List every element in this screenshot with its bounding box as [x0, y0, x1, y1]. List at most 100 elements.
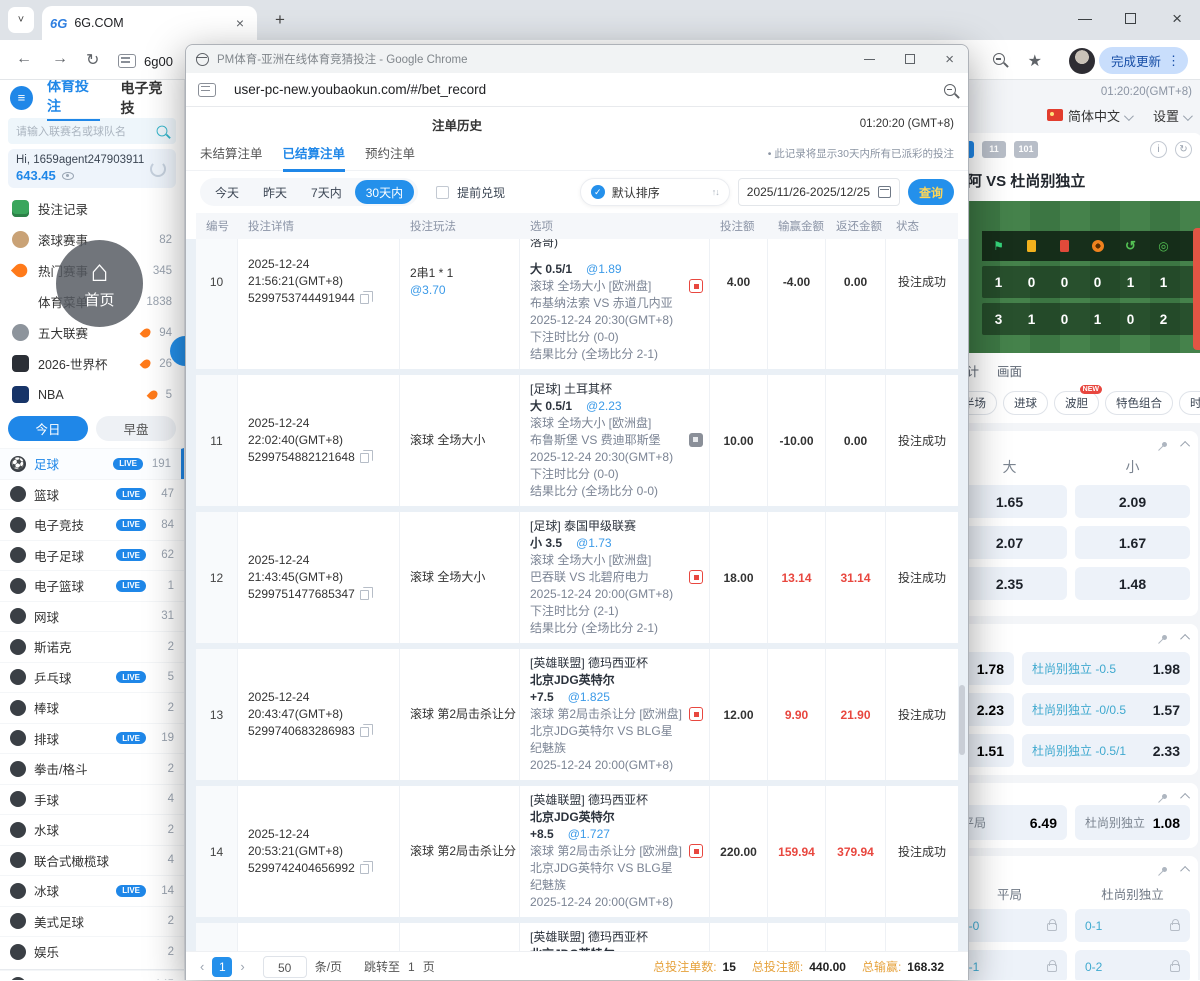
collapse-icon[interactable]: [1180, 792, 1190, 802]
promo-scroll-widget[interactable]: [1193, 228, 1200, 350]
live-stream-icon[interactable]: [689, 570, 703, 584]
odds-button[interactable]: 2.09: [1075, 485, 1190, 518]
search-icon[interactable]: [157, 126, 168, 137]
nav-esports[interactable]: 电子竞技: [120, 80, 174, 118]
sidebar-sport-电子足球[interactable]: 电子足球LIVE62: [0, 540, 184, 571]
copy-icon[interactable]: [360, 453, 369, 463]
popup-close-button[interactable]: ×: [945, 51, 954, 68]
market-type-icon-1[interactable]: 11: [982, 141, 1006, 158]
sidebar-sport-乒乓球[interactable]: 乒乓球LIVE5: [0, 662, 184, 693]
refresh-icon[interactable]: ↻: [1175, 141, 1192, 158]
odds-button[interactable]: 2.35: [960, 567, 1067, 600]
quick-filter-30天内[interactable]: 30天内: [355, 180, 414, 204]
record-tab-预约注单[interactable]: 预约注单: [365, 143, 415, 169]
early-cashout-checkbox[interactable]: [436, 186, 449, 199]
search-button[interactable]: 查询: [908, 179, 954, 205]
page-size-input[interactable]: 50: [263, 956, 307, 978]
odds-button[interactable]: 杜尚别独立 -0.5/12.33: [1022, 734, 1190, 767]
odds-button[interactable]: 杜尚别独立 -0/0.51.57: [1022, 693, 1190, 726]
collapse-icon[interactable]: [1180, 633, 1190, 643]
tab-search-button[interactable]: ˅: [8, 7, 34, 33]
pin-icon[interactable]: [1161, 440, 1168, 447]
sidebar-item-冠军[interactable]: 冠军145: [0, 970, 184, 981]
date-range-picker[interactable]: 2025/11/26-2025/12/25: [738, 178, 900, 206]
pin-icon[interactable]: [1161, 865, 1168, 872]
odds-button[interactable]: 2.07: [960, 526, 1067, 559]
sorter-icon[interactable]: ↑↓: [712, 187, 719, 197]
market-type-icon-2[interactable]: 101: [1014, 141, 1038, 158]
sidebar-sport-美式足球[interactable]: 美式足球2: [0, 906, 184, 937]
sidebar-sport-篮球[interactable]: 篮球LIVE47: [0, 479, 184, 510]
sidebar-sport-电子竞技[interactable]: 电子竞技LIVE84: [0, 509, 184, 540]
info-icon[interactable]: i: [1150, 141, 1167, 158]
sidebar-sport-娱乐[interactable]: 娱乐2: [0, 936, 184, 967]
sidebar-sport-网球[interactable]: 网球31: [0, 601, 184, 632]
live-stream-icon[interactable]: [689, 844, 703, 858]
odds-team[interactable]: 杜尚别独立1.08: [1075, 805, 1190, 840]
reload-icon[interactable]: ↻: [86, 50, 99, 70]
copy-icon[interactable]: [360, 294, 369, 304]
profile-avatar[interactable]: [1069, 48, 1095, 74]
odds-button[interactable]: 1.67: [1075, 526, 1190, 559]
sidebar-sport-电子篮球[interactable]: 电子篮球LIVE1: [0, 570, 184, 601]
league-search-input[interactable]: 请输入联赛名或球队名: [8, 118, 176, 144]
sidebar-sport-斯诺克[interactable]: 斯诺克2: [0, 631, 184, 662]
next-page-button[interactable]: ›: [240, 959, 244, 974]
day-tab-早盘[interactable]: 早盘: [96, 416, 176, 441]
score-odds-button[interactable]: 0-2: [1075, 950, 1190, 980]
score-odds-button[interactable]: 0-0: [960, 909, 1067, 942]
pin-icon[interactable]: [1161, 633, 1168, 640]
eye-icon[interactable]: [62, 172, 74, 180]
popup-maximize-button[interactable]: [905, 54, 915, 64]
site-info-icon[interactable]: [198, 83, 216, 97]
home-float-button[interactable]: ⌂ 首页: [56, 240, 143, 327]
odds-button[interactable]: 1.48: [1075, 567, 1190, 600]
sidebar-sport-联合式橄榄球[interactable]: 联合式橄榄球4: [0, 845, 184, 876]
new-tab-button[interactable]: +: [268, 10, 292, 30]
site-logo-icon[interactable]: ≡: [10, 86, 33, 110]
scrollbar-thumb[interactable]: [959, 685, 965, 755]
window-close-button[interactable]: ×: [1172, 9, 1182, 29]
quick-filter-今天[interactable]: 今天: [204, 180, 250, 204]
quick-filter-7天内[interactable]: 7天内: [300, 180, 353, 204]
quick-filter-昨天[interactable]: 昨天: [252, 180, 298, 204]
sidebar-sport-排球[interactable]: 排球LIVE19: [0, 723, 184, 754]
record-tab-未结算注单[interactable]: 未结算注单: [200, 143, 263, 169]
nav-sports-betting[interactable]: 体育投注: [47, 80, 101, 121]
page-number-button[interactable]: 1: [212, 957, 232, 977]
tab-close-icon[interactable]: ×: [231, 15, 249, 31]
language-selector[interactable]: 简体中文: [1047, 106, 1131, 125]
address-bar[interactable]: 6g00: [118, 48, 173, 74]
menu-dots-icon[interactable]: ⋮: [1167, 53, 1180, 69]
collapse-icon[interactable]: [1180, 865, 1190, 875]
back-icon[interactable]: ←: [16, 50, 32, 68]
chrome-update-button[interactable]: 完成更新 ⋮: [1099, 47, 1188, 74]
zoom-out-icon[interactable]: [944, 84, 956, 96]
sidebar-sport-拳击/格斗[interactable]: 拳击/格斗2: [0, 753, 184, 784]
odds-button[interactable]: 1.65: [960, 485, 1067, 518]
collapse-icon[interactable]: [1180, 440, 1190, 450]
live-stream-icon[interactable]: [689, 279, 703, 293]
sidebar-item-投注记录[interactable]: 投注记录: [0, 193, 184, 224]
sidebar-item-NBA[interactable]: NBA5: [0, 379, 184, 410]
sidebar-sport-水球[interactable]: 水球2: [0, 814, 184, 845]
popup-minimize-button[interactable]: [864, 59, 875, 60]
window-maximize-button[interactable]: [1125, 13, 1136, 24]
zoom-out-icon[interactable]: [993, 53, 1005, 65]
sidebar-sport-足球[interactable]: ⚽足球LIVE191: [0, 448, 184, 479]
sidebar-item-2026-世界杯[interactable]: 2026-世界杯26: [0, 348, 184, 379]
sort-dropdown[interactable]: ✓ 默认排序 ↑↓: [580, 178, 730, 206]
window-minimize-button[interactable]: [1078, 19, 1092, 20]
calendar-icon[interactable]: [878, 186, 891, 198]
market-pill-特色组合[interactable]: 特色组合: [1105, 391, 1173, 415]
popup-titlebar[interactable]: PM体育-亚洲在线体育竞猜投注 - Google Chrome ×: [186, 45, 968, 73]
market-pill-波胆[interactable]: 波胆NEW: [1054, 391, 1099, 415]
odds-draw[interactable]: 平局6.49: [960, 805, 1067, 840]
market-pill-时间[interactable]: 时间: [1179, 391, 1200, 415]
copy-icon[interactable]: [360, 864, 369, 874]
live-stream-icon[interactable]: [689, 707, 703, 721]
forward-icon[interactable]: →: [52, 50, 68, 68]
score-odds-button[interactable]: 0-1: [1075, 909, 1190, 942]
pin-icon[interactable]: [1161, 792, 1168, 799]
sidebar-sport-冰球[interactable]: 冰球LIVE14: [0, 875, 184, 906]
